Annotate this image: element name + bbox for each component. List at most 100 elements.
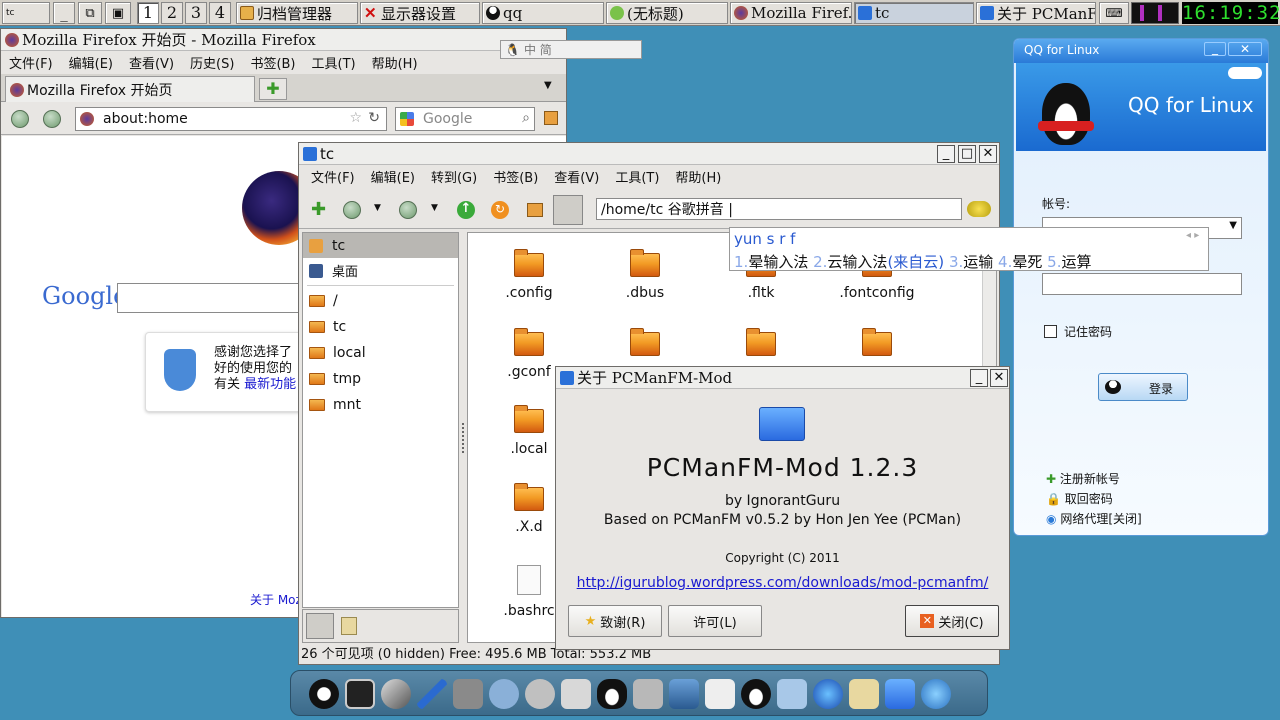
- file-item[interactable]: [716, 328, 806, 364]
- task-tc[interactable]: tc: [854, 2, 974, 24]
- refresh-icon[interactable]: ↻: [491, 201, 509, 219]
- about-minimize-button[interactable]: _: [970, 369, 988, 387]
- homepage-link[interactable]: http://igurublog.wordpress.com/downloads…: [556, 575, 1009, 591]
- ime-candidate[interactable]: 1.晕输入法: [734, 253, 808, 271]
- download-icon[interactable]: [489, 679, 519, 709]
- ime-candidate[interactable]: 4.晕死: [998, 253, 1042, 271]
- sidebar-item-mnt[interactable]: mnt: [303, 392, 458, 418]
- forward-history-icon[interactable]: ▼: [431, 203, 438, 213]
- ime-candidate[interactable]: 3.运输: [949, 253, 993, 271]
- desktop-2[interactable]: 2: [161, 2, 183, 24]
- terminal-icon[interactable]: [345, 679, 375, 709]
- home-icon[interactable]: [544, 111, 558, 125]
- tinycore-logo-icon[interactable]: tc: [2, 2, 50, 24]
- about-close-x-button[interactable]: ✕: [990, 369, 1008, 387]
- recover-password-link[interactable]: 🔒 取回密码: [1046, 489, 1142, 509]
- go-icon[interactable]: [967, 201, 991, 217]
- ime-candidate[interactable]: 5.运算: [1047, 253, 1091, 271]
- ime-toolbar[interactable]: 🐧 中 简: [500, 40, 642, 59]
- sidebar-item-tc-home[interactable]: tc: [303, 233, 458, 258]
- toggle-sidebar-icon[interactable]: [553, 195, 583, 225]
- reload-icon[interactable]: ↻: [368, 110, 380, 126]
- qq-login-button[interactable]: 登录: [1098, 373, 1188, 401]
- fm-menu-tools[interactable]: 工具(T): [607, 167, 667, 186]
- up-icon[interactable]: ↑: [457, 201, 475, 219]
- sidebar-item-desktop[interactable]: 桌面: [303, 258, 458, 283]
- remember-checkbox[interactable]: [1044, 325, 1057, 338]
- power-icon[interactable]: [309, 679, 339, 709]
- close-button[interactable]: ✕ 关闭(C): [905, 605, 999, 637]
- back-icon[interactable]: [11, 110, 29, 128]
- task-qq[interactable]: qq: [482, 2, 604, 24]
- fm-menu-help[interactable]: 帮助(H): [667, 167, 729, 186]
- image-viewer-icon[interactable]: [669, 679, 699, 709]
- menu-history[interactable]: 历史(S): [182, 53, 242, 72]
- search-bar[interactable]: Google ⌕: [395, 107, 535, 131]
- star-icon[interactable]: ☆: [349, 110, 362, 126]
- file-item[interactable]: [600, 328, 690, 364]
- fm-menu-bookmarks[interactable]: 书签(B): [485, 167, 546, 186]
- sidebar-item-tc[interactable]: tc: [303, 314, 458, 340]
- license-button[interactable]: 许可(L): [668, 605, 762, 637]
- fm-menu-view[interactable]: 查看(V): [546, 167, 607, 186]
- pen-icon[interactable]: [417, 679, 447, 709]
- tab-list-icon[interactable]: ▼: [544, 80, 552, 91]
- menu-file[interactable]: 文件(F): [1, 53, 61, 72]
- forward-icon[interactable]: [399, 201, 417, 219]
- url-bar[interactable]: about:home ☆ ↻: [75, 107, 387, 131]
- proxy-link[interactable]: ◉ 网络代理[关闭]: [1046, 509, 1142, 529]
- qq-titlebar[interactable]: QQ for Linux _ ✕: [1014, 39, 1268, 63]
- menu-help[interactable]: 帮助(H): [364, 53, 426, 72]
- file-item[interactable]: [832, 328, 922, 364]
- ime-page-icon[interactable]: ◂ ▸: [1186, 230, 1199, 241]
- task-untitled[interactable]: (无标题): [606, 2, 728, 24]
- network-icon[interactable]: [813, 679, 843, 709]
- sidebar-item-root[interactable]: /: [303, 288, 458, 314]
- fm-menu-edit[interactable]: 编辑(E): [363, 167, 423, 186]
- file-item[interactable]: .config: [484, 249, 574, 301]
- credits-button[interactable]: ★ 致谢(R): [568, 605, 662, 637]
- forward-icon[interactable]: [43, 110, 61, 128]
- task-display-settings[interactable]: ✕ 显示器设置: [360, 2, 480, 24]
- menu-edit[interactable]: 编辑(E): [61, 53, 121, 72]
- file-item[interactable]: .dbus: [600, 249, 690, 301]
- register-link[interactable]: ✚ 注册新帐号: [1046, 469, 1142, 489]
- sidebar-mode-places-icon[interactable]: [306, 613, 334, 639]
- install-icon[interactable]: [561, 679, 591, 709]
- desktop-3[interactable]: 3: [185, 2, 207, 24]
- sidebar-mode-tree-icon[interactable]: [341, 617, 357, 635]
- fm-maximize-button[interactable]: □: [958, 145, 976, 163]
- qq-password-field[interactable]: [1042, 273, 1242, 295]
- qq-close-button[interactable]: ✕: [1228, 42, 1262, 56]
- desktop-1[interactable]: 1: [137, 2, 159, 24]
- menu-bookmarks[interactable]: 书签(B): [242, 53, 303, 72]
- qq-icon[interactable]: [741, 679, 771, 709]
- keyboard-icon[interactable]: ⌨: [1099, 2, 1129, 24]
- about-mozilla-link[interactable]: 关于 Moz: [250, 591, 302, 608]
- qq-minimize-button[interactable]: _: [1204, 42, 1226, 56]
- monitor-icon[interactable]: [777, 679, 807, 709]
- fm-menu-go[interactable]: 转到(G): [423, 167, 485, 186]
- fm-close-button[interactable]: ✕: [979, 145, 997, 163]
- search-icon[interactable]: ⌕: [522, 110, 530, 126]
- show-desktop-icon[interactable]: ▣: [105, 2, 131, 24]
- fm-titlebar[interactable]: tc: [299, 143, 999, 165]
- menu-view[interactable]: 查看(V): [121, 53, 182, 72]
- fm-menu-file[interactable]: 文件(F): [303, 167, 363, 186]
- globe-icon[interactable]: [921, 679, 951, 709]
- file-manager-icon[interactable]: [849, 679, 879, 709]
- tux-icon[interactable]: [597, 679, 627, 709]
- printer-icon[interactable]: [633, 679, 663, 709]
- pane-splitter[interactable]: [462, 423, 466, 453]
- home-icon[interactable]: [527, 203, 543, 217]
- fm-minimize-button[interactable]: _: [937, 145, 955, 163]
- menu-tools[interactable]: 工具(T): [304, 53, 364, 72]
- tools-icon[interactable]: [525, 679, 555, 709]
- snippet-link[interactable]: 最新功能: [244, 377, 296, 392]
- sidebar-item-local[interactable]: local: [303, 340, 458, 366]
- new-tab-icon[interactable]: ✚: [311, 199, 326, 220]
- task-about-pcmanfm[interactable]: 关于 PCManF...: [976, 2, 1096, 24]
- about-titlebar[interactable]: 关于 PCManFM-Mod: [556, 367, 1009, 389]
- ime-candidate[interactable]: 2.云输入法: [813, 253, 887, 271]
- tab-home[interactable]: Mozilla Firefox 开始页: [5, 76, 255, 102]
